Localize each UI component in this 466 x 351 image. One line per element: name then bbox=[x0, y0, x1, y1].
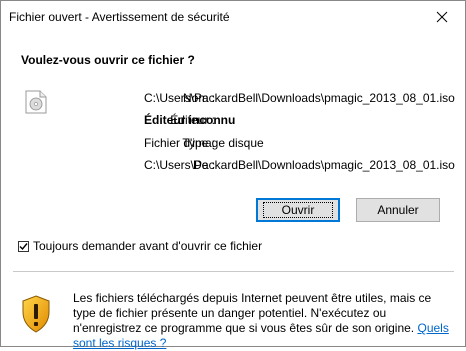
title-bar: Fichier ouvert - Avertissement de sécuri… bbox=[1, 1, 465, 33]
open-button-label: Ouvrir bbox=[262, 202, 334, 218]
always-ask-checkbox[interactable] bbox=[18, 240, 29, 252]
security-warning-dialog: Fichier ouvert - Avertissement de sécuri… bbox=[0, 0, 466, 350]
warning-message: Les fichiers téléchargés depuis Internet… bbox=[73, 291, 453, 351]
question-heading: Voulez-vous ouvrir ce fichier ? bbox=[21, 53, 195, 67]
file-source-row: De : C:\Users\PackardBell\Downloads\pmag… bbox=[81, 158, 461, 174]
cancel-button-label: Annuler bbox=[377, 203, 419, 217]
window-title: Fichier ouvert - Avertissement de sécuri… bbox=[9, 10, 230, 24]
file-source-value: C:\Users\PackardBell\Downloads\pmagic_20… bbox=[144, 158, 455, 172]
file-type-value: Fichier d'image disque bbox=[144, 136, 264, 150]
shield-warning-icon bbox=[21, 295, 51, 336]
always-ask-option[interactable]: Toujours demander avant d'ouvrir ce fich… bbox=[18, 238, 262, 254]
file-name-value: C:\Users\PackardBell\Downloads\pmagic_20… bbox=[144, 91, 455, 105]
publisher-value: Éditeur inconnu bbox=[144, 113, 236, 127]
checkmark-icon bbox=[19, 242, 28, 250]
always-ask-label: Toujours demander avant d'ouvrir ce fich… bbox=[33, 239, 263, 253]
close-button[interactable] bbox=[419, 1, 465, 33]
file-name-row: Nom : C:\Users\PackardBell\Downloads\pma… bbox=[81, 91, 461, 107]
warning-text: Les fichiers téléchargés depuis Internet… bbox=[73, 291, 432, 335]
open-button[interactable]: Ouvrir bbox=[256, 198, 340, 222]
cancel-button[interactable]: Annuler bbox=[356, 198, 440, 222]
close-icon bbox=[436, 11, 448, 23]
file-type-row: Type : Fichier d'image disque bbox=[81, 136, 461, 152]
publisher-row: Éditeur : Éditeur inconnu bbox=[81, 113, 461, 129]
iso-file-icon bbox=[25, 90, 47, 117]
divider bbox=[13, 271, 454, 272]
